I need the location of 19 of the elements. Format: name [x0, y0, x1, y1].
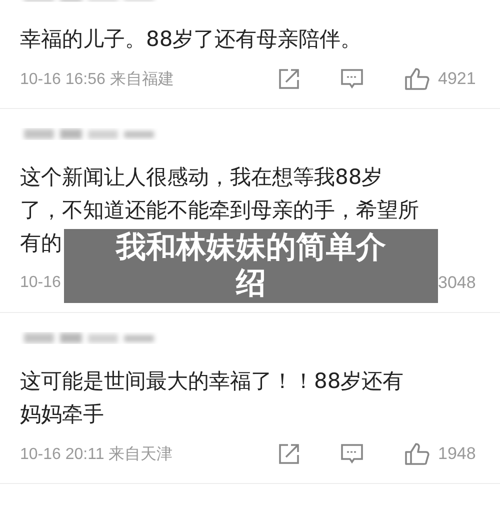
like-count: 4921: [438, 69, 477, 89]
comment-text-line: 这可能是世间最大的幸福了！！88岁还有: [20, 368, 404, 395]
like-count: 1948: [438, 444, 477, 464]
comment-time: 10-16: [20, 274, 61, 292]
comment-text-line: 了，不知道还能不能牵到母亲的手，希望所: [20, 197, 419, 224]
thumbs-up-icon[interactable]: [404, 442, 430, 466]
comment-text-line: 幸福的儿子。88岁了还有母亲陪伴。: [20, 26, 362, 53]
comment-text-line: 这个新闻让人很感动，我在想等我88岁: [20, 164, 383, 191]
article-title: 我和林妹妹的简单介绍: [114, 230, 387, 302]
share-icon[interactable]: [278, 443, 300, 465]
comment-icon[interactable]: [340, 443, 364, 465]
comment-text-line: 有的: [20, 230, 62, 257]
like-count: 3048: [438, 273, 477, 293]
comment-icon[interactable]: [340, 68, 364, 90]
comment-time: 10-16 20:11 来自天津: [20, 444, 173, 464]
share-icon[interactable]: [278, 68, 300, 90]
comment-time: 10-16 16:56 来自福建: [20, 70, 174, 90]
comment-text-line: 妈妈牵手: [20, 401, 104, 428]
thumbs-up-icon[interactable]: [404, 67, 430, 91]
